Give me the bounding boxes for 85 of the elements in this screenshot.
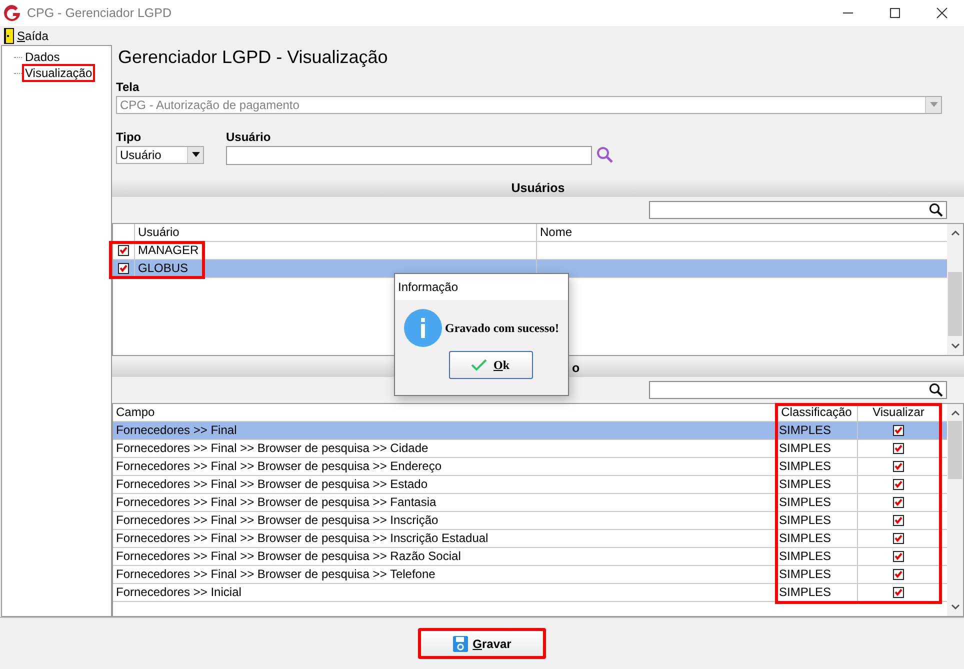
window-title: CPG - Gerenciador LGPD <box>27 6 172 20</box>
checkbox[interactable] <box>893 514 904 526</box>
tree-item[interactable]: Dados <box>22 48 63 66</box>
table-cell: SIMPLES <box>776 548 858 565</box>
info-icon <box>404 309 442 347</box>
table-cell: SIMPLES <box>776 530 858 547</box>
save-button[interactable]: Gravar <box>418 628 546 659</box>
table-row[interactable]: Fornecedores >> Final >> Browser de pesquisa >> Inscrição Estadual SIMPLES <box>113 530 947 548</box>
table-row[interactable]: Fornecedores >> Final >> Browser de pesquisa >> Cidade SIMPLES <box>113 440 947 458</box>
dialog-message: Gravado com sucesso! <box>445 320 559 336</box>
column-header: Usuário <box>135 224 537 241</box>
checkbox[interactable] <box>893 478 904 490</box>
table-cell: SIMPLES <box>776 476 858 493</box>
search-icon <box>929 382 943 397</box>
table-cell: Fornecedores >> Final >> Browser de pesquisa >> Cidade <box>113 440 776 457</box>
scrollbar[interactable] <box>947 224 963 355</box>
checkbox[interactable] <box>893 532 904 544</box>
scroll-thumb[interactable] <box>948 272 962 336</box>
table-cell: MANAGER <box>135 242 537 259</box>
table-cell: SIMPLES <box>776 512 858 529</box>
column-header: Campo <box>113 404 776 421</box>
checkbox[interactable] <box>118 244 129 256</box>
table-cell: Fornecedores >> Final <box>113 422 776 439</box>
type-dropdown[interactable]: Usuário <box>116 146 204 164</box>
page-heading: Gerenciador LGPD - Visualização <box>118 47 389 69</box>
column-header: Visualizar <box>858 404 940 421</box>
table-cell: Fornecedores >> Final >> Browser de pesquisa >> Estado <box>113 476 776 493</box>
search-field[interactable] <box>649 200 947 219</box>
checkbox[interactable] <box>893 550 904 562</box>
table-cell: Fornecedores >> Final >> Browser de pesquisa >> Endereço <box>113 458 776 475</box>
menu-item[interactable]: Saída <box>17 28 48 42</box>
table-cell: SIMPLES <box>776 458 858 475</box>
checkbox[interactable] <box>118 262 129 274</box>
checkbox[interactable] <box>893 460 904 472</box>
close-icon[interactable] <box>936 7 948 19</box>
table-row[interactable]: Fornecedores >> Final >> Browser de pesquisa >> Estado SIMPLES <box>113 476 947 494</box>
search-icon <box>929 202 943 217</box>
scroll-down-icon[interactable] <box>950 342 960 349</box>
table-cell: Fornecedores >> Inicial <box>113 584 776 601</box>
field-label: Usuário <box>226 130 272 144</box>
table-cell: Fornecedores >> Final >> Browser de pesquisa >> Inscrição Estadual <box>113 530 776 547</box>
tree-item[interactable]: Visualização <box>22 64 96 82</box>
table-row[interactable]: Fornecedores >> Final SIMPLES <box>113 422 947 440</box>
table-cell: SIMPLES <box>776 494 858 511</box>
scroll-up-icon[interactable] <box>950 410 960 416</box>
checkbox[interactable] <box>893 496 904 508</box>
ok-button[interactable]: Ok <box>448 351 532 379</box>
search-field[interactable] <box>649 380 947 399</box>
table-row[interactable]: Fornecedores >> Inicial SIMPLES <box>113 584 947 602</box>
table-row[interactable]: Fornecedores >> Final >> Browser de pesquisa >> Inscrição SIMPLES <box>113 512 947 530</box>
section-title: Usuários <box>511 180 565 195</box>
table-row[interactable]: Fornecedores >> Final >> Browser de pesquisa >> Telefone SIMPLES <box>113 566 947 584</box>
scrollbar[interactable] <box>947 404 963 616</box>
column-header: Classificação <box>776 404 858 421</box>
dropdown-arrow-icon <box>930 102 938 108</box>
checkbox[interactable] <box>893 586 904 598</box>
check-icon <box>471 359 488 371</box>
checkbox[interactable] <box>893 442 904 454</box>
table-cell: SIMPLES <box>776 440 858 457</box>
table-cell: Fornecedores >> Final >> Browser de pesquisa >> Inscrição <box>113 512 776 529</box>
field-label: Tipo <box>116 130 142 144</box>
table-cell: Fornecedores >> Final >> Browser de pesquisa >> Telefone <box>113 566 776 583</box>
scroll-thumb[interactable] <box>948 420 962 479</box>
table-row[interactable]: Fornecedores >> Final >> Browser de pesquisa >> Razão Social SIMPLES <box>113 548 947 566</box>
table-cell: Fornecedores >> Final >> Browser de pesquisa >> Razão Social <box>113 548 776 565</box>
table-cell: Fornecedores >> Final >> Browser de pesquisa >> Fantasia <box>113 494 776 511</box>
field-label: Tela <box>116 80 140 94</box>
column-header: Nome <box>539 224 574 241</box>
checkbox[interactable] <box>893 424 904 436</box>
scroll-up-icon[interactable] <box>950 230 960 236</box>
checkbox[interactable] <box>893 568 904 580</box>
user-input-field[interactable] <box>226 146 592 165</box>
scroll-down-icon[interactable] <box>950 604 960 610</box>
table-row[interactable]: Fornecedores >> Final >> Browser de pesquisa >> Endereço SIMPLES <box>113 458 947 476</box>
dialog-title: Informação <box>395 274 568 300</box>
table-cell: SIMPLES <box>776 566 858 583</box>
dropdown-arrow-icon <box>192 152 200 158</box>
exit-door-icon <box>4 28 14 44</box>
table-cell: SIMPLES <box>776 584 858 601</box>
table-row[interactable]: Fornecedores >> Final >> Browser de pesquisa >> Fantasia SIMPLES <box>113 494 947 512</box>
maximize-icon[interactable] <box>889 7 901 19</box>
search-icon[interactable] <box>596 146 614 164</box>
section-title: o <box>572 360 580 375</box>
app-logo-icon <box>3 4 21 22</box>
table-cell: SIMPLES <box>776 422 858 439</box>
